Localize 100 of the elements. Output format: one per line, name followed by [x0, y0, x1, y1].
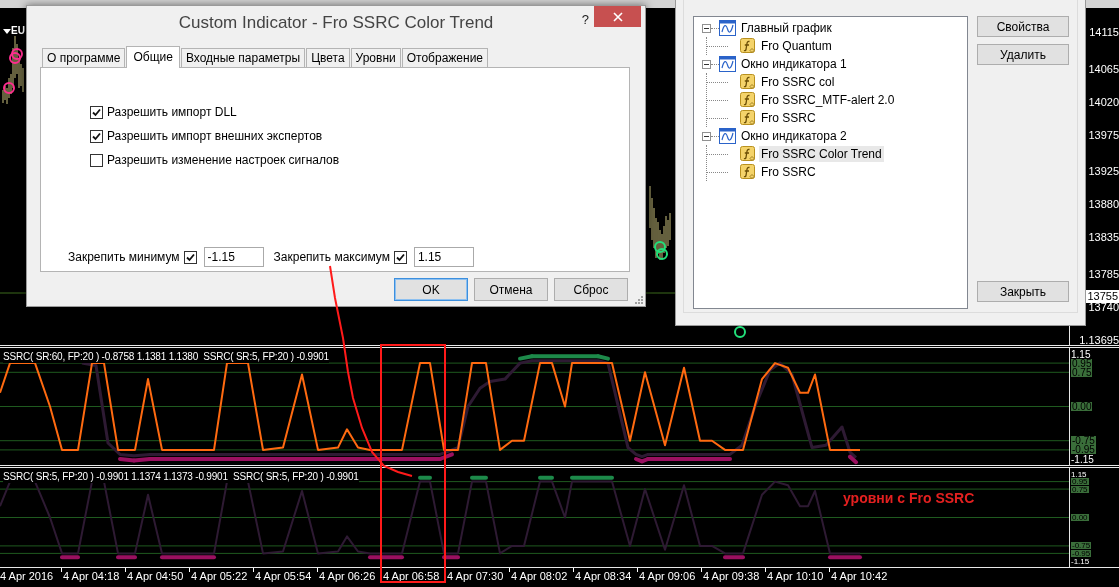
dialog-button[interactable]: Отмена: [474, 278, 548, 301]
price-label: 14020: [1088, 95, 1119, 109]
upper-signal-line: [570, 475, 614, 480]
level-label: -1.15: [1071, 557, 1090, 565]
price-label: 13785: [1088, 267, 1119, 281]
time-label: 4 Apr 07:30: [445, 568, 509, 587]
dialog-button[interactable]: Удалить: [977, 44, 1069, 65]
level-label: -0.75: [1071, 436, 1096, 446]
checkbox[interactable]: [90, 129, 103, 143]
lower-signal-line: [723, 555, 745, 560]
time-label: 4 Apr 05:22: [189, 568, 253, 587]
lower-signal-line: [442, 555, 460, 560]
time-label: 4 Apr 09:38: [701, 568, 765, 587]
dialog-button[interactable]: Свойства: [977, 16, 1069, 37]
indicator-label: SSRC( SR:60, FP:20 ) -0.8758 1.1381 1.1380 SSRC( SR:5, FP:20 ) -0.9901: [3, 350, 329, 363]
function-icon: [740, 74, 756, 90]
chart-window-icon: [719, 56, 736, 72]
price-label: 13740: [1088, 300, 1119, 314]
lower-signal-line: [368, 555, 404, 560]
tab[interactable]: Общие: [126, 46, 180, 68]
function-icon: [740, 146, 756, 162]
field-label: Закрепить минимум: [68, 250, 180, 264]
price-label: 14065: [1088, 62, 1119, 76]
level-label: -0.95: [1071, 549, 1092, 557]
tab[interactable]: Цвета: [306, 48, 350, 67]
collapse-icon[interactable]: [702, 59, 711, 69]
level-label: 1.15: [1071, 470, 1087, 478]
checkbox[interactable]: [90, 153, 103, 167]
close-button[interactable]: Закрыть: [977, 281, 1069, 302]
function-icon: [740, 110, 756, 126]
checkbox[interactable]: [393, 250, 407, 264]
tree-item[interactable]: Окно индикатора 1: [739, 56, 849, 72]
checkbox[interactable]: [90, 105, 103, 119]
chart-window-icon: [719, 128, 736, 144]
tree-item[interactable]: Главный график: [739, 20, 834, 36]
collapse-icon[interactable]: [702, 23, 711, 33]
tab[interactable]: Входные параметры: [180, 48, 306, 67]
tree-item[interactable]: Fro SSRC Color Trend: [759, 146, 884, 162]
tree-item[interactable]: Fro Quantum: [759, 38, 834, 54]
tree-item[interactable]: Окно индикатора 2: [739, 128, 849, 144]
upper-signal-line: [538, 475, 554, 480]
function-icon: [740, 92, 756, 108]
resize-grip-icon: [634, 295, 643, 304]
collapse-icon[interactable]: [702, 131, 711, 141]
time-label: 4 Apr 04:50: [125, 568, 189, 587]
tab[interactable]: Уровни: [350, 48, 401, 67]
checkbox[interactable]: [183, 250, 197, 264]
lower-signal-line: [848, 454, 858, 465]
level-label: 0.75: [1071, 485, 1089, 493]
help-button[interactable]: ?: [581, 12, 589, 27]
level-label: 0.95: [1071, 358, 1093, 368]
symbol-label: EU: [11, 25, 25, 36]
tree-item[interactable]: Fro SSRC: [759, 110, 818, 126]
lower-signal-line: [828, 555, 862, 560]
price-label: 1.13695: [1079, 333, 1119, 347]
close-button[interactable]: [594, 6, 641, 27]
price-label: 14115: [1089, 26, 1119, 39]
tab[interactable]: О программе: [42, 48, 126, 67]
level-label: 0.95: [1071, 478, 1089, 486]
lower-signal-line: [160, 555, 216, 560]
signal-circle: [734, 326, 746, 338]
dialog-button[interactable]: Сброс: [554, 278, 628, 301]
upper-signal-line: [470, 475, 488, 480]
price-label: 13755: [1086, 289, 1119, 303]
time-label: 4 Apr 09:06: [637, 568, 701, 587]
level-label: -0.95: [1071, 445, 1096, 455]
tab[interactable]: Отображение: [401, 48, 488, 67]
input-field[interactable]: 1.15: [413, 247, 474, 267]
upper-signal-line: [418, 475, 432, 480]
checkbox-label: Разрешить изменение настроек сигналов: [107, 153, 340, 167]
price-label: 13925: [1088, 165, 1119, 179]
caret-icon: [3, 29, 11, 34]
time-label: 4 Apr 05:54: [253, 568, 317, 587]
price-label: 13880: [1088, 198, 1119, 212]
time-label: 4 Apr 04:18: [61, 568, 125, 587]
candlestick-drawing: [2, 35, 24, 105]
signal-circle: [11, 48, 23, 60]
tree-item[interactable]: Fro SSRC_MTF-alert 2.0: [759, 92, 897, 108]
field-label: Закрепить максимум: [273, 250, 390, 264]
price-label: 13975: [1088, 128, 1119, 142]
lower-signal-line: [116, 555, 137, 560]
checkbox-label: Разрешить импорт DLL: [107, 105, 237, 119]
tree-item[interactable]: Fro SSRC col: [759, 74, 837, 90]
level-label: -0.75: [1071, 542, 1092, 550]
signal-circle: [654, 241, 666, 253]
function-icon: [740, 164, 756, 180]
level-label: -1.15: [1071, 454, 1094, 464]
level-label: 0.00: [1071, 514, 1089, 521]
close-icon: [612, 11, 623, 22]
time-label: 4 Apr 08:34: [573, 568, 637, 587]
time-label: 4 Apr 10:42: [829, 568, 893, 587]
time-label: 4 Apr 10:10: [765, 568, 829, 587]
dialog-button[interactable]: OK: [394, 278, 468, 301]
signal-circle: [656, 248, 668, 260]
tree-item[interactable]: Fro SSRC: [759, 164, 818, 180]
price-label: 13835: [1088, 231, 1119, 245]
signal-circle: [9, 52, 21, 64]
lower-signal-line: [60, 555, 80, 560]
annotation-text: уровни с Fro SSRC: [843, 490, 975, 506]
input-field[interactable]: -1.15: [203, 247, 264, 267]
